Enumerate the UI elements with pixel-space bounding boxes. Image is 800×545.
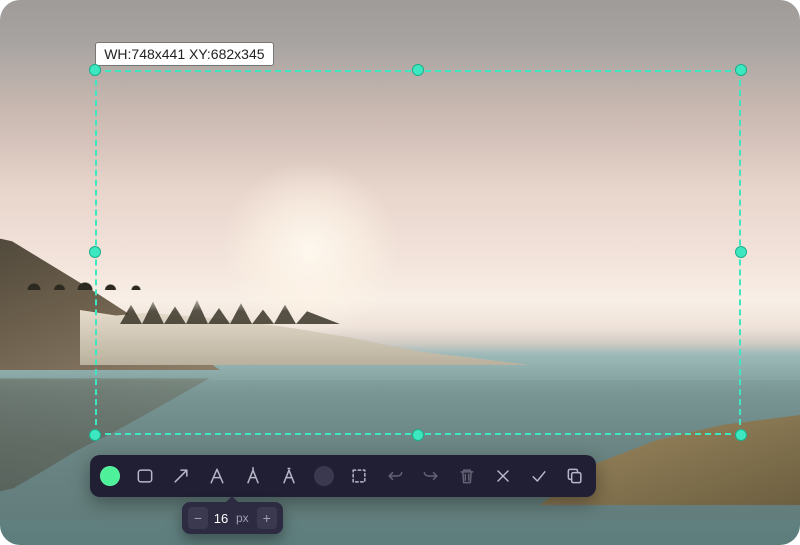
cancel-button[interactable] [492, 465, 514, 487]
size-decrease-button[interactable]: − [188, 507, 208, 529]
crop-icon [349, 466, 369, 486]
delete-button[interactable] [456, 465, 478, 487]
annotation-toolbar [90, 455, 596, 497]
undo-button[interactable] [384, 465, 406, 487]
pen-tool[interactable] [278, 465, 300, 487]
size-unit-label: px [236, 511, 249, 525]
resize-handle-ne[interactable] [735, 64, 747, 76]
selection-rect[interactable] [95, 70, 741, 435]
redo-icon [421, 466, 441, 486]
pen-icon [279, 466, 299, 486]
text-tool[interactable] [206, 465, 228, 487]
crop-tool[interactable] [348, 465, 370, 487]
confirm-icon [529, 466, 549, 486]
size-popover: − 16 px + [182, 502, 283, 534]
resize-handle-nw[interactable] [89, 64, 101, 76]
color-swatch-secondary[interactable] [314, 466, 334, 486]
resize-handle-e[interactable] [735, 246, 747, 258]
arrow-icon [171, 466, 191, 486]
arrow-tool[interactable] [170, 465, 192, 487]
selection-info-text: WH:748x441 XY:682x345 [104, 46, 264, 62]
resize-handle-w[interactable] [89, 246, 101, 258]
color-swatch-active[interactable] [100, 466, 120, 486]
screenshot-canvas: WH:748x441 XY:682x345 − 16 px + [0, 0, 800, 545]
highlight-icon [243, 466, 263, 486]
resize-handle-n[interactable] [412, 64, 424, 76]
size-increase-button[interactable]: + [257, 507, 277, 529]
resize-handle-s[interactable] [412, 429, 424, 441]
delete-icon [457, 466, 477, 486]
selection-info-badge: WH:748x441 XY:682x345 [95, 42, 273, 66]
undo-icon [385, 466, 405, 486]
highlight-tool[interactable] [242, 465, 264, 487]
size-value: 16 [212, 511, 230, 526]
resize-handle-sw[interactable] [89, 429, 101, 441]
copy-button[interactable] [564, 465, 586, 487]
cancel-icon [493, 466, 513, 486]
resize-handle-se[interactable] [735, 429, 747, 441]
confirm-button[interactable] [528, 465, 550, 487]
redo-button[interactable] [420, 465, 442, 487]
text-icon [207, 466, 227, 486]
rectangle-tool[interactable] [134, 465, 156, 487]
copy-icon [565, 466, 585, 486]
rectangle-icon [135, 466, 155, 486]
